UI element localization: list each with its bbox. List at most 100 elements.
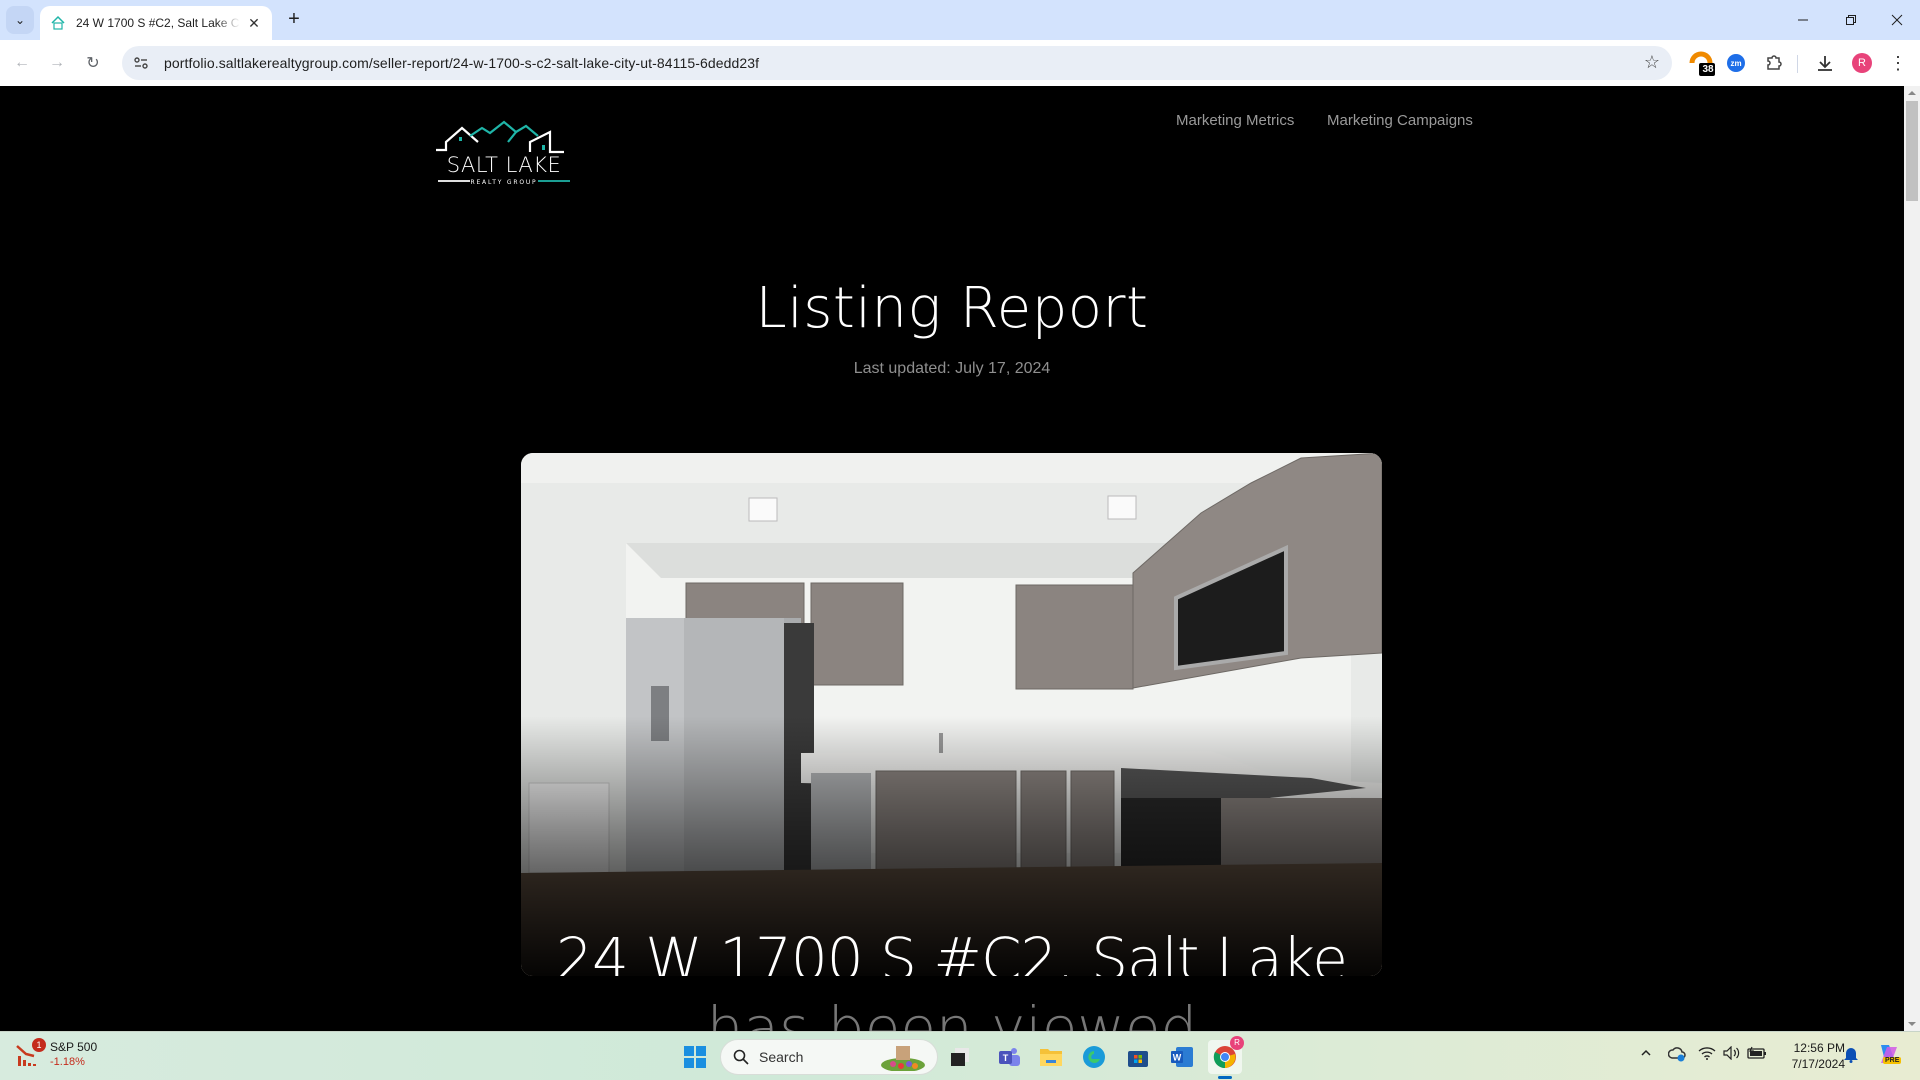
taskbar-clock[interactable]: 12:56 PM 7/17/2024 [1775, 1040, 1845, 1072]
restore-button[interactable] [1828, 0, 1874, 40]
svg-text:T: T [1003, 1053, 1009, 1063]
tab-search-button[interactable]: ⌄ [6, 6, 34, 34]
show-hidden-icons-button[interactable] [1640, 1046, 1652, 1062]
browser-toolbar: ← → ↻ portfolio.saltlakerealtygroup.com/… [0, 40, 1920, 86]
clock-date: 7/17/2024 [1791, 1057, 1845, 1071]
taskbar-task-view[interactable] [943, 1040, 977, 1074]
tab-title: 24 W 1700 S #C2, Salt Lake City [76, 16, 240, 30]
battery-charging-icon [1747, 1046, 1766, 1059]
taskbar-chrome[interactable]: R [1208, 1036, 1244, 1079]
search-highlight-icon [881, 1046, 925, 1071]
scroll-up-arrow-icon[interactable] [1908, 91, 1916, 95]
avatar: R [1852, 53, 1872, 73]
extensions-button[interactable] [1760, 49, 1788, 77]
listing-address: 24 W 1700 S #C2, Salt Lake City, UT [556, 925, 1348, 976]
windows-taskbar: 1 S&P 500 -1.18% Search T W R 12:56 PM 7… [0, 1031, 1920, 1080]
page-title: Listing Report [755, 276, 1149, 341]
reload-button[interactable]: ↻ [80, 50, 106, 76]
browser-tab-bar: ⌄ 24 W 1700 S #C2, Salt Lake City ✕ + [0, 0, 1920, 40]
nav-marketing-campaigns[interactable]: Marketing Campaigns [1327, 112, 1473, 129]
search-icon [733, 1049, 749, 1065]
zoom-icon-label: zm [1730, 58, 1742, 68]
network-tray-button[interactable] [1698, 1046, 1716, 1063]
scroll-down-arrow-icon[interactable] [1908, 1022, 1916, 1026]
page-content: SALT LAKE REALTY GROUP Marketing Metrics… [0, 86, 1904, 1031]
zoom-icon: zm [1727, 54, 1745, 72]
back-button[interactable]: ← [9, 50, 35, 76]
folder-icon [1040, 1049, 1062, 1066]
zoom-extension-button[interactable]: zm [1722, 49, 1750, 77]
reload-icon: ↻ [86, 55, 100, 72]
arrow-left-icon: ← [14, 54, 30, 71]
minimize-icon [1798, 19, 1808, 21]
downloads-button[interactable] [1811, 49, 1839, 77]
logo-text-salt-lake: SALT LAKE [447, 153, 561, 177]
browser-menu-button[interactable]: ⋮ [1884, 49, 1912, 77]
house-favicon-icon [51, 15, 65, 30]
toolbar-divider [1797, 55, 1798, 73]
stock-label: S&P 500 [50, 1040, 98, 1054]
taskbar-search[interactable]: Search [720, 1039, 938, 1075]
close-window-button[interactable] [1874, 0, 1920, 40]
clock-time: 12:56 PM [1793, 1041, 1845, 1055]
arrow-right-icon: → [49, 54, 65, 71]
close-tab-icon[interactable]: ✕ [246, 15, 262, 32]
download-icon [1818, 56, 1832, 71]
store-icon [1128, 1051, 1148, 1067]
taskbar-teams[interactable]: T [992, 1040, 1026, 1074]
more-vert-icon: ⋮ [1889, 52, 1907, 73]
stock-widget[interactable]: 1 S&P 500 -1.18% [14, 1038, 98, 1070]
chrome-profile-badge: R [1230, 1036, 1244, 1050]
nav-marketing-metrics[interactable]: Marketing Metrics [1176, 112, 1294, 129]
close-icon [1891, 14, 1903, 26]
search-placeholder: Search [759, 1049, 804, 1065]
task-view-icon [951, 1048, 969, 1066]
avatar-initial: R [1858, 57, 1866, 69]
bell-icon [1844, 1048, 1858, 1063]
taskbar-edge[interactable] [1077, 1040, 1111, 1074]
puzzle-piece-icon [1767, 55, 1782, 70]
hero-listing-photo: 24 W 1700 S #C2, Salt Lake City, UT [521, 453, 1382, 976]
forward-button[interactable]: → [44, 50, 70, 76]
url-text[interactable]: portfolio.saltlakerealtygroup.com/seller… [164, 55, 759, 71]
volume-tray-button[interactable] [1723, 1045, 1741, 1063]
site-info-button[interactable] [126, 48, 156, 78]
new-tab-button[interactable]: + [282, 8, 306, 32]
svg-text:W: W [1173, 1053, 1182, 1063]
onedrive-tray-button[interactable] [1667, 1046, 1686, 1065]
word-icon: W [1171, 1047, 1193, 1067]
logo-text-realty-group: REALTY GROUP [471, 179, 538, 186]
address-bar[interactable]: portfolio.saltlakerealtygroup.com/seller… [122, 46, 1672, 80]
taskbar-word[interactable]: W [1165, 1040, 1199, 1074]
minimize-button[interactable] [1780, 0, 1826, 40]
profile-button[interactable]: R [1848, 49, 1876, 77]
widget-notification-badge: 1 [32, 1038, 46, 1052]
scrollbar-thumb[interactable] [1906, 101, 1918, 201]
stock-down-icon: 1 [14, 1038, 46, 1070]
teams-icon: T [999, 1048, 1020, 1066]
chevron-down-icon: ⌄ [14, 13, 26, 27]
copilot-pre-badge: PRE [1883, 1057, 1902, 1064]
battery-tray-button[interactable] [1747, 1046, 1767, 1063]
extension-badge-count: 38 [1702, 64, 1714, 75]
restore-icon [1846, 15, 1856, 25]
stock-change: -1.18% [50, 1056, 85, 1068]
wifi-icon [1698, 1047, 1716, 1060]
copilot-button[interactable]: PRE [1875, 1041, 1902, 1070]
salt-lake-realty-group-logo[interactable]: SALT LAKE REALTY GROUP [434, 112, 574, 188]
extension-button-orange[interactable]: 38 [1687, 49, 1715, 77]
windows-logo-icon [684, 1046, 706, 1068]
notifications-button[interactable] [1843, 1045, 1859, 1066]
last-updated-text: Last updated: July 17, 2024 [853, 360, 1051, 377]
viewed-heading: has been viewed [706, 994, 1198, 1031]
bookmark-star-icon[interactable]: ☆ [1644, 52, 1660, 73]
chevron-up-icon [1641, 1049, 1651, 1056]
browser-tab-active[interactable]: 24 W 1700 S #C2, Salt Lake City ✕ [40, 6, 272, 40]
speaker-icon [1723, 1045, 1740, 1061]
tune-icon [134, 57, 148, 69]
taskbar-file-explorer[interactable] [1034, 1040, 1068, 1074]
taskbar-store[interactable] [1121, 1040, 1155, 1074]
start-button[interactable] [678, 1040, 712, 1074]
page-scrollbar[interactable] [1904, 86, 1920, 1031]
edge-icon [1083, 1046, 1105, 1068]
